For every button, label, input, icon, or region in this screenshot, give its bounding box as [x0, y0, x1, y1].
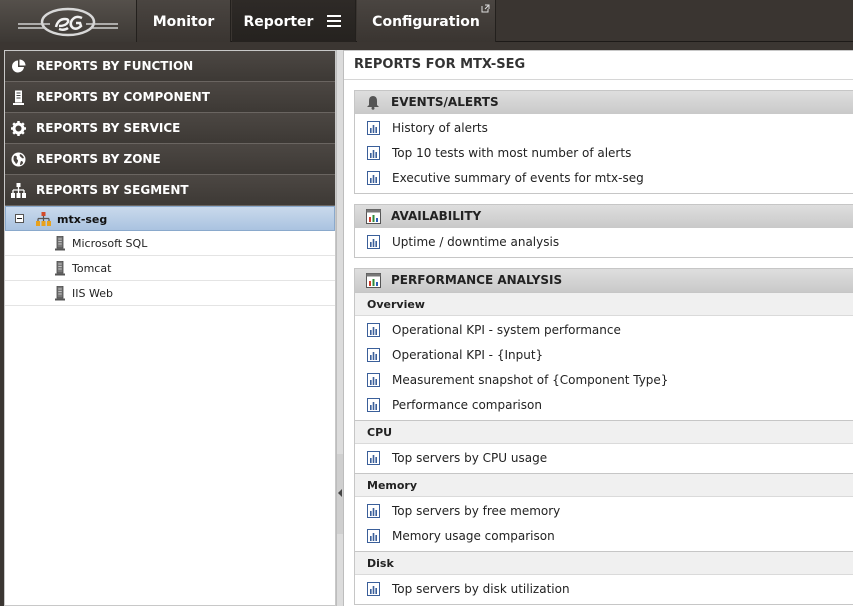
- report-chart-icon: [367, 171, 380, 185]
- segment-icon: [36, 212, 51, 226]
- report-chart-icon: [367, 398, 380, 412]
- report-link[interactable]: Measurement snapshot of {Component Type}: [355, 368, 853, 393]
- tree-node-mtx-seg[interactable]: mtx-seg: [5, 206, 335, 231]
- external-link-icon: [481, 4, 490, 13]
- tab-reporter-label: Reporter: [243, 14, 314, 30]
- pie-chart-icon: [12, 59, 26, 73]
- report-label: Top servers by disk utilization: [392, 582, 570, 596]
- category-label: REPORTS BY FUNCTION: [36, 59, 194, 73]
- server-icon: [55, 261, 65, 276]
- group-header-memory: Memory: [355, 473, 853, 497]
- report-chart-icon: [367, 235, 380, 249]
- group-header-disk: Disk: [355, 551, 853, 575]
- tab-monitor[interactable]: Monitor: [137, 0, 231, 42]
- section-header: AVAILABILITY: [355, 205, 853, 228]
- chart-window-icon: [366, 273, 381, 288]
- tree-item-iis-web[interactable]: IIS Web: [5, 281, 335, 306]
- page-title: REPORTS FOR MTX-SEG: [344, 51, 853, 80]
- section-title: PERFORMANCE ANALYSIS: [391, 273, 563, 287]
- report-categories-panel: REPORTS BY FUNCTION REPORTS BY COMPONENT…: [4, 50, 336, 606]
- report-label: Operational KPI - {Input}: [392, 348, 544, 362]
- report-label: Uptime / downtime analysis: [392, 235, 560, 249]
- bell-icon: [367, 96, 379, 110]
- category-reports-by-service[interactable]: REPORTS BY SERVICE: [5, 113, 335, 144]
- section-header: EVENTS/ALERTS: [355, 91, 853, 114]
- section-events-alerts: EVENTS/ALERTS History of alerts Top 10 t…: [354, 90, 853, 194]
- report-label: Top servers by free memory: [392, 504, 561, 518]
- report-chart-icon: [367, 146, 380, 160]
- report-label: Top servers by CPU usage: [392, 451, 548, 465]
- tree-root-label: mtx-seg: [57, 213, 108, 226]
- report-label: Executive summary of events for mtx-seg: [392, 171, 644, 185]
- report-link[interactable]: Top 10 tests with most number of alerts: [355, 141, 853, 166]
- report-chart-icon: [367, 323, 380, 337]
- tree-item-tomcat[interactable]: Tomcat: [5, 256, 335, 281]
- report-chart-icon: [367, 121, 380, 135]
- server-icon: [55, 236, 65, 251]
- top-nav-bar: Monitor Reporter Configuration: [0, 0, 853, 42]
- tree-item-label: IIS Web: [72, 287, 113, 300]
- tab-monitor-label: Monitor: [152, 14, 215, 30]
- section-title: EVENTS/ALERTS: [391, 95, 499, 109]
- report-link[interactable]: Top servers by disk utilization: [355, 577, 853, 602]
- report-link[interactable]: Operational KPI - {Input}: [355, 343, 853, 368]
- server-icon: [55, 286, 65, 301]
- category-reports-by-segment[interactable]: REPORTS BY SEGMENT: [5, 175, 335, 206]
- tab-configuration-label: Configuration: [372, 14, 480, 30]
- report-chart-icon: [367, 348, 380, 362]
- report-link[interactable]: Executive summary of events for mtx-seg: [355, 166, 853, 191]
- category-label: REPORTS BY COMPONENT: [36, 90, 210, 104]
- report-chart-icon: [367, 373, 380, 387]
- section-availability: AVAILABILITY Uptime / downtime analysis: [354, 204, 853, 258]
- report-link[interactable]: Top servers by CPU usage: [355, 446, 853, 471]
- category-label: REPORTS BY SEGMENT: [36, 183, 189, 197]
- tree-item-microsoft-sql[interactable]: Microsoft SQL: [5, 231, 335, 256]
- tab-configuration[interactable]: Configuration: [357, 0, 496, 42]
- report-label: History of alerts: [392, 121, 488, 135]
- report-label: Performance comparison: [392, 398, 542, 412]
- category-reports-by-component[interactable]: REPORTS BY COMPONENT: [5, 82, 335, 113]
- tree-item-label: Microsoft SQL: [72, 237, 148, 250]
- category-label: REPORTS BY ZONE: [36, 152, 161, 166]
- report-link[interactable]: Uptime / downtime analysis: [355, 230, 853, 255]
- section-title: AVAILABILITY: [391, 209, 482, 223]
- category-reports-by-function[interactable]: REPORTS BY FUNCTION: [5, 51, 335, 82]
- report-link[interactable]: Top servers by free memory: [355, 499, 853, 524]
- group-header-overview: Overview: [355, 292, 853, 316]
- reports-panel: REPORTS FOR MTX-SEG EVENTS/ALERTS Histor…: [344, 50, 853, 606]
- chart-window-icon: [366, 209, 381, 224]
- globe-icon: [11, 152, 26, 167]
- report-link[interactable]: Operational KPI - system performance: [355, 318, 853, 343]
- gear-icon: [11, 121, 26, 136]
- report-label: Operational KPI - system performance: [392, 323, 621, 337]
- report-link[interactable]: History of alerts: [355, 116, 853, 141]
- category-label: REPORTS BY SERVICE: [36, 121, 181, 135]
- collapse-toggle-icon[interactable]: [15, 214, 24, 223]
- report-chart-icon: [367, 504, 380, 518]
- tab-reporter[interactable]: Reporter: [232, 0, 356, 42]
- collapse-panel-handle[interactable]: [337, 454, 343, 534]
- category-reports-by-zone[interactable]: REPORTS BY ZONE: [5, 144, 335, 175]
- report-chart-icon: [367, 582, 380, 596]
- report-label: Top 10 tests with most number of alerts: [392, 146, 632, 160]
- eg-logo[interactable]: [0, 0, 137, 42]
- report-chart-icon: [367, 451, 380, 465]
- panel-splitter[interactable]: [336, 50, 344, 606]
- eg-logo-icon: [18, 7, 118, 37]
- report-label: Measurement snapshot of {Component Type}: [392, 373, 669, 387]
- group-header-cpu: CPU: [355, 420, 853, 444]
- tree-item-label: Tomcat: [72, 262, 112, 275]
- report-link[interactable]: Performance comparison: [355, 393, 853, 418]
- report-chart-icon: [367, 529, 380, 543]
- hamburger-menu-icon[interactable]: [327, 15, 341, 27]
- section-performance-analysis: PERFORMANCE ANALYSIS Overview Operationa…: [354, 268, 853, 605]
- report-link[interactable]: Memory usage comparison: [355, 524, 853, 549]
- report-label: Memory usage comparison: [392, 529, 555, 543]
- server-icon: [13, 90, 24, 105]
- section-header: PERFORMANCE ANALYSIS: [355, 269, 853, 292]
- hierarchy-icon: [11, 183, 26, 198]
